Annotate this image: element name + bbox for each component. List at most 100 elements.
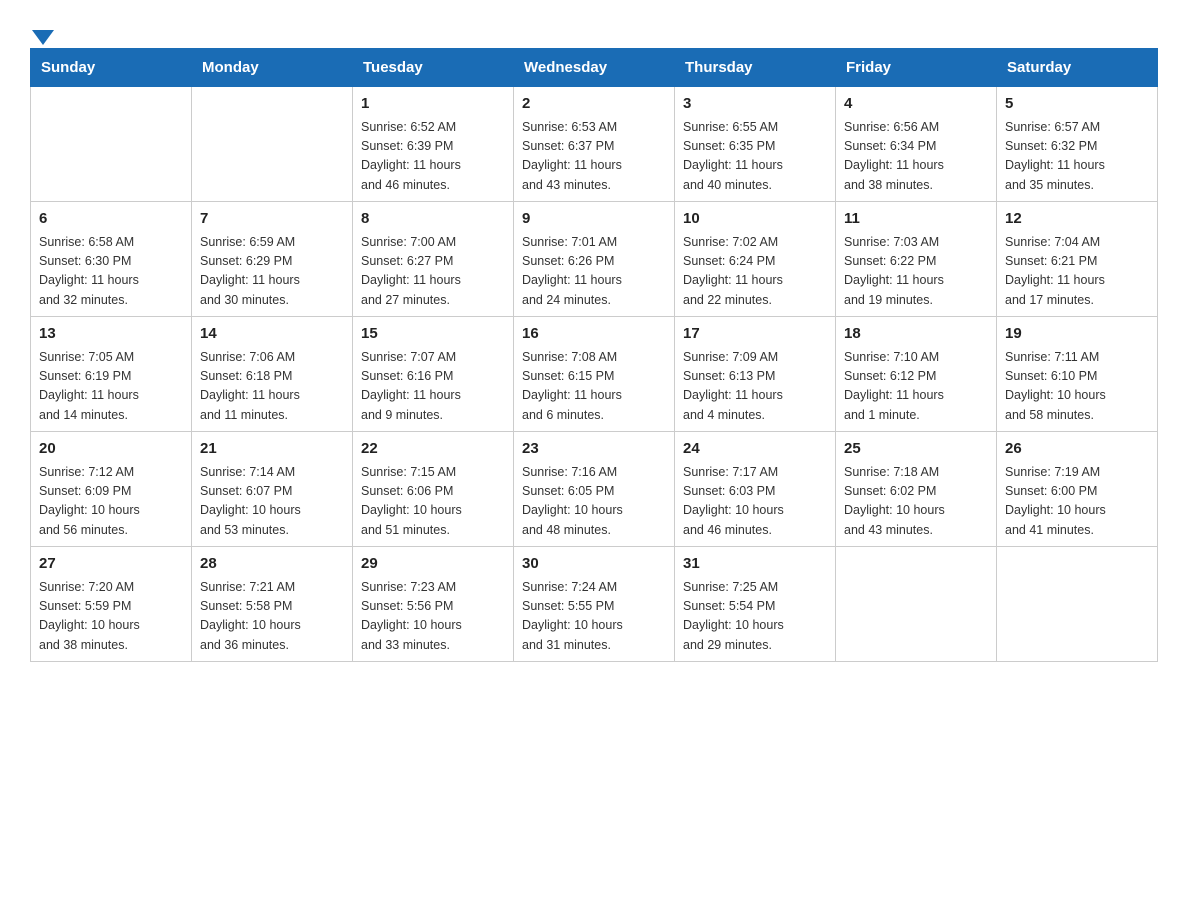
- day-info: Sunrise: 7:18 AMSunset: 6:02 PMDaylight:…: [844, 463, 988, 541]
- day-number: 14: [200, 323, 344, 346]
- day-info: Sunrise: 7:12 AMSunset: 6:09 PMDaylight:…: [39, 463, 183, 541]
- day-number: 1: [361, 93, 505, 116]
- day-number: 8: [361, 208, 505, 231]
- day-info: Sunrise: 7:06 AMSunset: 6:18 PMDaylight:…: [200, 348, 344, 426]
- week-row-4: 20Sunrise: 7:12 AMSunset: 6:09 PMDayligh…: [31, 432, 1158, 547]
- day-number: 28: [200, 553, 344, 576]
- day-number: 23: [522, 438, 666, 461]
- calendar-cell: 10Sunrise: 7:02 AMSunset: 6:24 PMDayligh…: [675, 202, 836, 317]
- day-info: Sunrise: 7:23 AMSunset: 5:56 PMDaylight:…: [361, 578, 505, 656]
- calendar-cell: 23Sunrise: 7:16 AMSunset: 6:05 PMDayligh…: [514, 432, 675, 547]
- calendar-cell: [31, 87, 192, 202]
- calendar-cell: 5Sunrise: 6:57 AMSunset: 6:32 PMDaylight…: [997, 87, 1158, 202]
- day-info: Sunrise: 7:24 AMSunset: 5:55 PMDaylight:…: [522, 578, 666, 656]
- week-row-1: 1Sunrise: 6:52 AMSunset: 6:39 PMDaylight…: [31, 87, 1158, 202]
- day-number: 7: [200, 208, 344, 231]
- day-number: 9: [522, 208, 666, 231]
- day-number: 24: [683, 438, 827, 461]
- weekday-header-thursday: Thursday: [675, 49, 836, 87]
- calendar-cell: 9Sunrise: 7:01 AMSunset: 6:26 PMDaylight…: [514, 202, 675, 317]
- day-info: Sunrise: 7:01 AMSunset: 6:26 PMDaylight:…: [522, 233, 666, 311]
- day-info: Sunrise: 6:58 AMSunset: 6:30 PMDaylight:…: [39, 233, 183, 311]
- day-number: 29: [361, 553, 505, 576]
- weekday-header-saturday: Saturday: [997, 49, 1158, 87]
- day-info: Sunrise: 6:53 AMSunset: 6:37 PMDaylight:…: [522, 118, 666, 196]
- day-info: Sunrise: 7:02 AMSunset: 6:24 PMDaylight:…: [683, 233, 827, 311]
- day-info: Sunrise: 7:21 AMSunset: 5:58 PMDaylight:…: [200, 578, 344, 656]
- day-info: Sunrise: 7:25 AMSunset: 5:54 PMDaylight:…: [683, 578, 827, 656]
- calendar-cell: [997, 547, 1158, 662]
- calendar-cell: 17Sunrise: 7:09 AMSunset: 6:13 PMDayligh…: [675, 317, 836, 432]
- calendar-cell: 31Sunrise: 7:25 AMSunset: 5:54 PMDayligh…: [675, 547, 836, 662]
- day-number: 18: [844, 323, 988, 346]
- day-number: 5: [1005, 93, 1149, 116]
- day-number: 4: [844, 93, 988, 116]
- day-info: Sunrise: 6:52 AMSunset: 6:39 PMDaylight:…: [361, 118, 505, 196]
- week-row-5: 27Sunrise: 7:20 AMSunset: 5:59 PMDayligh…: [31, 547, 1158, 662]
- day-number: 21: [200, 438, 344, 461]
- day-number: 10: [683, 208, 827, 231]
- day-info: Sunrise: 7:00 AMSunset: 6:27 PMDaylight:…: [361, 233, 505, 311]
- day-number: 22: [361, 438, 505, 461]
- calendar-cell: 16Sunrise: 7:08 AMSunset: 6:15 PMDayligh…: [514, 317, 675, 432]
- logo-arrow-icon: [32, 30, 54, 45]
- weekday-header-wednesday: Wednesday: [514, 49, 675, 87]
- logo: [30, 20, 54, 38]
- weekday-header-friday: Friday: [836, 49, 997, 87]
- calendar-cell: 29Sunrise: 7:23 AMSunset: 5:56 PMDayligh…: [353, 547, 514, 662]
- day-number: 20: [39, 438, 183, 461]
- day-number: 30: [522, 553, 666, 576]
- day-info: Sunrise: 7:08 AMSunset: 6:15 PMDaylight:…: [522, 348, 666, 426]
- calendar-cell: 1Sunrise: 6:52 AMSunset: 6:39 PMDaylight…: [353, 87, 514, 202]
- day-info: Sunrise: 7:19 AMSunset: 6:00 PMDaylight:…: [1005, 463, 1149, 541]
- calendar-cell: 6Sunrise: 6:58 AMSunset: 6:30 PMDaylight…: [31, 202, 192, 317]
- calendar-cell: 20Sunrise: 7:12 AMSunset: 6:09 PMDayligh…: [31, 432, 192, 547]
- weekday-header-tuesday: Tuesday: [353, 49, 514, 87]
- day-number: 19: [1005, 323, 1149, 346]
- calendar-cell: 24Sunrise: 7:17 AMSunset: 6:03 PMDayligh…: [675, 432, 836, 547]
- calendar-cell: 15Sunrise: 7:07 AMSunset: 6:16 PMDayligh…: [353, 317, 514, 432]
- day-number: 25: [844, 438, 988, 461]
- calendar-cell: 26Sunrise: 7:19 AMSunset: 6:00 PMDayligh…: [997, 432, 1158, 547]
- calendar-cell: 2Sunrise: 6:53 AMSunset: 6:37 PMDaylight…: [514, 87, 675, 202]
- day-number: 6: [39, 208, 183, 231]
- day-info: Sunrise: 7:03 AMSunset: 6:22 PMDaylight:…: [844, 233, 988, 311]
- calendar-cell: [192, 87, 353, 202]
- calendar-cell: 8Sunrise: 7:00 AMSunset: 6:27 PMDaylight…: [353, 202, 514, 317]
- calendar-cell: 28Sunrise: 7:21 AMSunset: 5:58 PMDayligh…: [192, 547, 353, 662]
- calendar-cell: 21Sunrise: 7:14 AMSunset: 6:07 PMDayligh…: [192, 432, 353, 547]
- calendar-cell: 25Sunrise: 7:18 AMSunset: 6:02 PMDayligh…: [836, 432, 997, 547]
- day-info: Sunrise: 7:11 AMSunset: 6:10 PMDaylight:…: [1005, 348, 1149, 426]
- calendar-cell: 7Sunrise: 6:59 AMSunset: 6:29 PMDaylight…: [192, 202, 353, 317]
- calendar-cell: 19Sunrise: 7:11 AMSunset: 6:10 PMDayligh…: [997, 317, 1158, 432]
- calendar-cell: 22Sunrise: 7:15 AMSunset: 6:06 PMDayligh…: [353, 432, 514, 547]
- day-number: 11: [844, 208, 988, 231]
- day-info: Sunrise: 7:15 AMSunset: 6:06 PMDaylight:…: [361, 463, 505, 541]
- calendar-cell: 3Sunrise: 6:55 AMSunset: 6:35 PMDaylight…: [675, 87, 836, 202]
- day-info: Sunrise: 7:14 AMSunset: 6:07 PMDaylight:…: [200, 463, 344, 541]
- calendar-cell: 12Sunrise: 7:04 AMSunset: 6:21 PMDayligh…: [997, 202, 1158, 317]
- day-number: 12: [1005, 208, 1149, 231]
- day-number: 27: [39, 553, 183, 576]
- day-number: 13: [39, 323, 183, 346]
- week-row-3: 13Sunrise: 7:05 AMSunset: 6:19 PMDayligh…: [31, 317, 1158, 432]
- day-info: Sunrise: 7:17 AMSunset: 6:03 PMDaylight:…: [683, 463, 827, 541]
- calendar-cell: 27Sunrise: 7:20 AMSunset: 5:59 PMDayligh…: [31, 547, 192, 662]
- day-info: Sunrise: 6:57 AMSunset: 6:32 PMDaylight:…: [1005, 118, 1149, 196]
- day-info: Sunrise: 7:04 AMSunset: 6:21 PMDaylight:…: [1005, 233, 1149, 311]
- day-number: 31: [683, 553, 827, 576]
- day-info: Sunrise: 6:56 AMSunset: 6:34 PMDaylight:…: [844, 118, 988, 196]
- page-header: [30, 20, 1158, 38]
- day-info: Sunrise: 7:10 AMSunset: 6:12 PMDaylight:…: [844, 348, 988, 426]
- calendar-cell: 11Sunrise: 7:03 AMSunset: 6:22 PMDayligh…: [836, 202, 997, 317]
- calendar-cell: 30Sunrise: 7:24 AMSunset: 5:55 PMDayligh…: [514, 547, 675, 662]
- day-number: 26: [1005, 438, 1149, 461]
- day-number: 17: [683, 323, 827, 346]
- calendar-cell: 14Sunrise: 7:06 AMSunset: 6:18 PMDayligh…: [192, 317, 353, 432]
- weekday-header-sunday: Sunday: [31, 49, 192, 87]
- calendar-cell: [836, 547, 997, 662]
- day-info: Sunrise: 6:59 AMSunset: 6:29 PMDaylight:…: [200, 233, 344, 311]
- weekday-header-monday: Monday: [192, 49, 353, 87]
- day-info: Sunrise: 7:09 AMSunset: 6:13 PMDaylight:…: [683, 348, 827, 426]
- week-row-2: 6Sunrise: 6:58 AMSunset: 6:30 PMDaylight…: [31, 202, 1158, 317]
